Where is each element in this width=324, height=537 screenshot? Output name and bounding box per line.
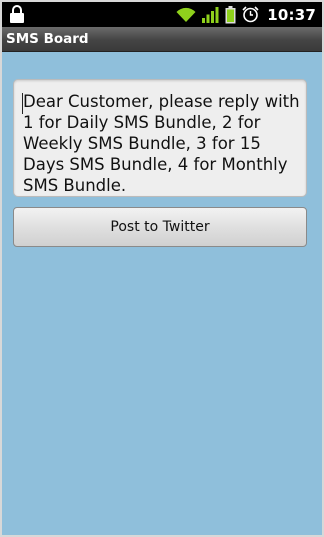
message-input[interactable]: Dear Customer, please reply with 1 for D… xyxy=(13,79,307,197)
alarm-icon xyxy=(242,6,259,23)
text-cursor xyxy=(22,93,23,114)
clock: 10:37 xyxy=(267,5,316,24)
signal-icon xyxy=(202,6,219,23)
app-window: 10:37 SMS Board Dear Customer, please re… xyxy=(0,0,324,537)
message-text: Dear Customer, please reply with 1 for D… xyxy=(23,92,300,195)
app-title: SMS Board xyxy=(6,31,89,47)
status-bar: 10:37 xyxy=(2,2,322,27)
lock-icon xyxy=(9,5,25,23)
title-bar: SMS Board xyxy=(2,27,322,52)
post-to-twitter-button[interactable]: Post to Twitter xyxy=(13,207,307,247)
status-icons: 10:37 xyxy=(176,4,316,25)
battery-icon xyxy=(225,5,236,24)
wifi-icon xyxy=(176,7,196,23)
